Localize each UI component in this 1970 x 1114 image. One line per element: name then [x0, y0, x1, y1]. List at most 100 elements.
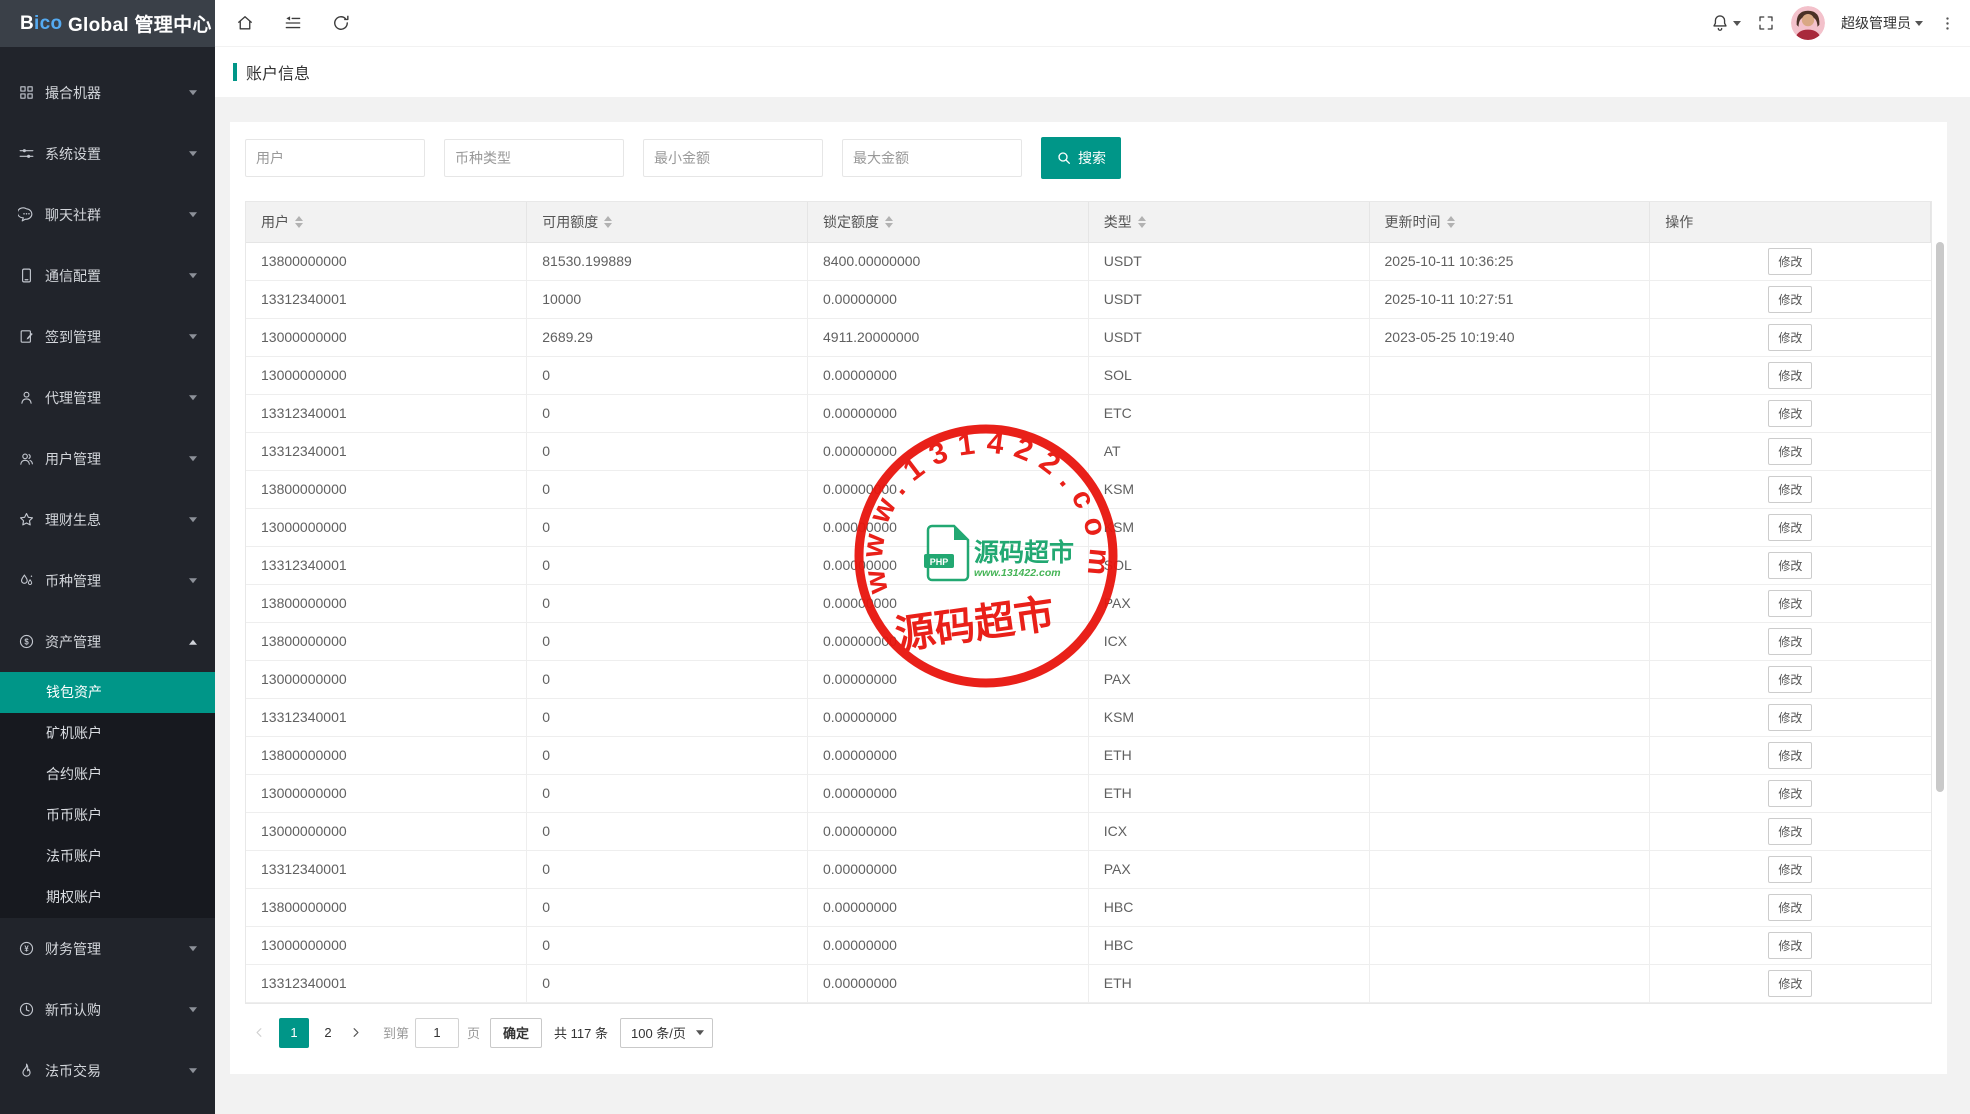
sort-icon[interactable]	[604, 212, 613, 232]
cell-user: 13312340001	[246, 850, 528, 889]
page-unit-label: 页	[467, 1026, 481, 1041]
sidebar-item[interactable]: 签到管理	[0, 306, 215, 367]
cell-type: PAX	[1088, 660, 1370, 699]
sidebar-item-asset[interactable]: 资产管理	[0, 611, 215, 672]
collapse-sidebar-icon[interactable]	[283, 13, 303, 33]
edit-button[interactable]: 修改	[1768, 513, 1813, 541]
sidebar-item-label: 撮合机器	[45, 84, 101, 101]
sidebar-subitem[interactable]: 期权账户	[0, 877, 215, 918]
cell-locked: 0.00000000	[807, 850, 1089, 889]
coin-icon	[18, 572, 35, 589]
cell-user: 13000000000	[246, 774, 528, 813]
table-row: 13800000000 0 0.00000000 HBC 修改	[246, 888, 1931, 927]
edit-button[interactable]: 修改	[1768, 399, 1813, 427]
sliders-icon	[18, 145, 35, 162]
edit-button[interactable]: 修改	[1768, 741, 1813, 769]
edit-button[interactable]: 修改	[1768, 247, 1813, 275]
search-button[interactable]: 搜索	[1041, 137, 1121, 179]
user-filter-input[interactable]	[245, 139, 425, 177]
table-row: 13800000000 0 0.00000000 ICX 修改	[246, 622, 1931, 661]
sidebar-item[interactable]: 新币认购	[0, 979, 215, 1040]
sidebar-subitem[interactable]: 矿机账户	[0, 713, 215, 754]
chevron-left-icon	[253, 1026, 266, 1039]
sidebar-item[interactable]: 系统设置	[0, 123, 215, 184]
edit-button[interactable]: 修改	[1768, 285, 1813, 313]
next-page-button[interactable]	[341, 1018, 369, 1048]
refresh-icon[interactable]	[331, 13, 351, 33]
kebab-menu-icon[interactable]	[1939, 15, 1956, 32]
cell-actions: 修改	[1649, 926, 1931, 965]
sidebar-subitem[interactable]: 合约账户	[0, 754, 215, 795]
edit-button[interactable]: 修改	[1768, 551, 1813, 579]
column-label: 锁定额度	[823, 213, 879, 230]
chevron-down-icon	[695, 1029, 704, 1039]
table-scrollbar-thumb[interactable]	[1936, 242, 1944, 792]
sidebar-subitem[interactable]: 法币账户	[0, 836, 215, 877]
sidebar-item[interactable]: 财务管理	[0, 918, 215, 979]
cell-available: 0	[526, 356, 808, 395]
cell-locked: 4911.20000000	[807, 318, 1089, 357]
cell-type: AT	[1088, 432, 1370, 471]
goto-page-input[interactable]	[415, 1017, 460, 1048]
page-title: 账户信息	[246, 66, 311, 83]
page-button-current[interactable]: 1	[279, 1017, 309, 1048]
sort-icon[interactable]	[885, 212, 893, 232]
cell-locked: 0.00000000	[807, 888, 1089, 927]
notifications-button[interactable]	[1710, 13, 1741, 33]
cell-available: 0	[526, 394, 808, 433]
sort-icon[interactable]	[1446, 212, 1455, 232]
edit-button[interactable]: 修改	[1768, 779, 1813, 807]
cell-user: 13800000000	[246, 622, 528, 661]
finance-icon	[18, 940, 35, 957]
users-icon	[18, 450, 35, 467]
edit-button[interactable]: 修改	[1768, 969, 1813, 997]
edit-button[interactable]: 修改	[1768, 931, 1813, 959]
cell-available: 0	[526, 812, 808, 851]
sidebar-item[interactable]: 聊天社群	[0, 184, 215, 245]
sidebar-item[interactable]: 撮合机器	[0, 62, 215, 123]
chevron-down-icon	[1733, 20, 1741, 30]
edit-button[interactable]: 修改	[1768, 361, 1813, 389]
sidebar-subitem[interactable]: 钱包资产	[0, 672, 215, 713]
edit-button[interactable]: 修改	[1768, 437, 1813, 465]
home-icon[interactable]	[235, 13, 255, 33]
column-label: 操作	[1665, 213, 1694, 230]
avatar-image	[1791, 6, 1825, 40]
edit-button[interactable]: 修改	[1768, 665, 1813, 693]
edit-button[interactable]: 修改	[1768, 893, 1813, 921]
fullscreen-icon[interactable]	[1757, 14, 1775, 32]
edit-button[interactable]: 修改	[1768, 323, 1813, 351]
edit-button[interactable]: 修改	[1768, 855, 1813, 883]
avatar[interactable]	[1791, 6, 1825, 40]
sidebar-subitem[interactable]: 币币账户	[0, 795, 215, 836]
chat-icon	[18, 206, 35, 223]
sort-icon[interactable]	[1137, 212, 1146, 232]
sidebar-item[interactable]: 通信配置	[0, 245, 215, 306]
sidebar-menu: 撮合机器 系统设置 聊天社群 通信配置 签到管理 代理管理 用户管理 理财生息 …	[0, 47, 215, 1101]
sidebar-item[interactable]: 理财生息	[0, 489, 215, 550]
sidebar-item[interactable]: 币种管理	[0, 550, 215, 611]
per-page-select[interactable]: 100 条/页	[620, 1017, 713, 1048]
sidebar-item[interactable]: 代理管理	[0, 367, 215, 428]
accounts-table: 用户 可用额度 锁定额度 类型 更新时间 操作 13800000000 8153…	[245, 201, 1932, 1004]
edit-button[interactable]: 修改	[1768, 703, 1813, 731]
sidebar-item[interactable]: 用户管理	[0, 428, 215, 489]
prev-page-button[interactable]	[245, 1018, 273, 1048]
edit-button[interactable]: 修改	[1768, 475, 1813, 503]
user-menu[interactable]: 超级管理员	[1841, 13, 1923, 33]
edit-button[interactable]: 修改	[1768, 627, 1813, 655]
cell-type: HBC	[1088, 926, 1370, 965]
cell-updated	[1369, 736, 1651, 775]
edit-button[interactable]: 修改	[1768, 589, 1813, 617]
coin-type-filter-input[interactable]	[444, 139, 624, 177]
edit-button[interactable]: 修改	[1768, 817, 1813, 845]
page-button-2[interactable]: 2	[315, 1018, 341, 1048]
column-label: 类型	[1103, 213, 1132, 230]
cell-available: 0	[526, 698, 808, 737]
confirm-page-button[interactable]: 确定	[490, 1017, 543, 1048]
chevron-down-icon	[189, 89, 197, 99]
sort-icon[interactable]	[295, 212, 303, 232]
sidebar-item[interactable]: 法币交易	[0, 1040, 215, 1101]
max-amount-filter-input[interactable]	[842, 139, 1022, 177]
min-amount-filter-input[interactable]	[643, 139, 823, 177]
